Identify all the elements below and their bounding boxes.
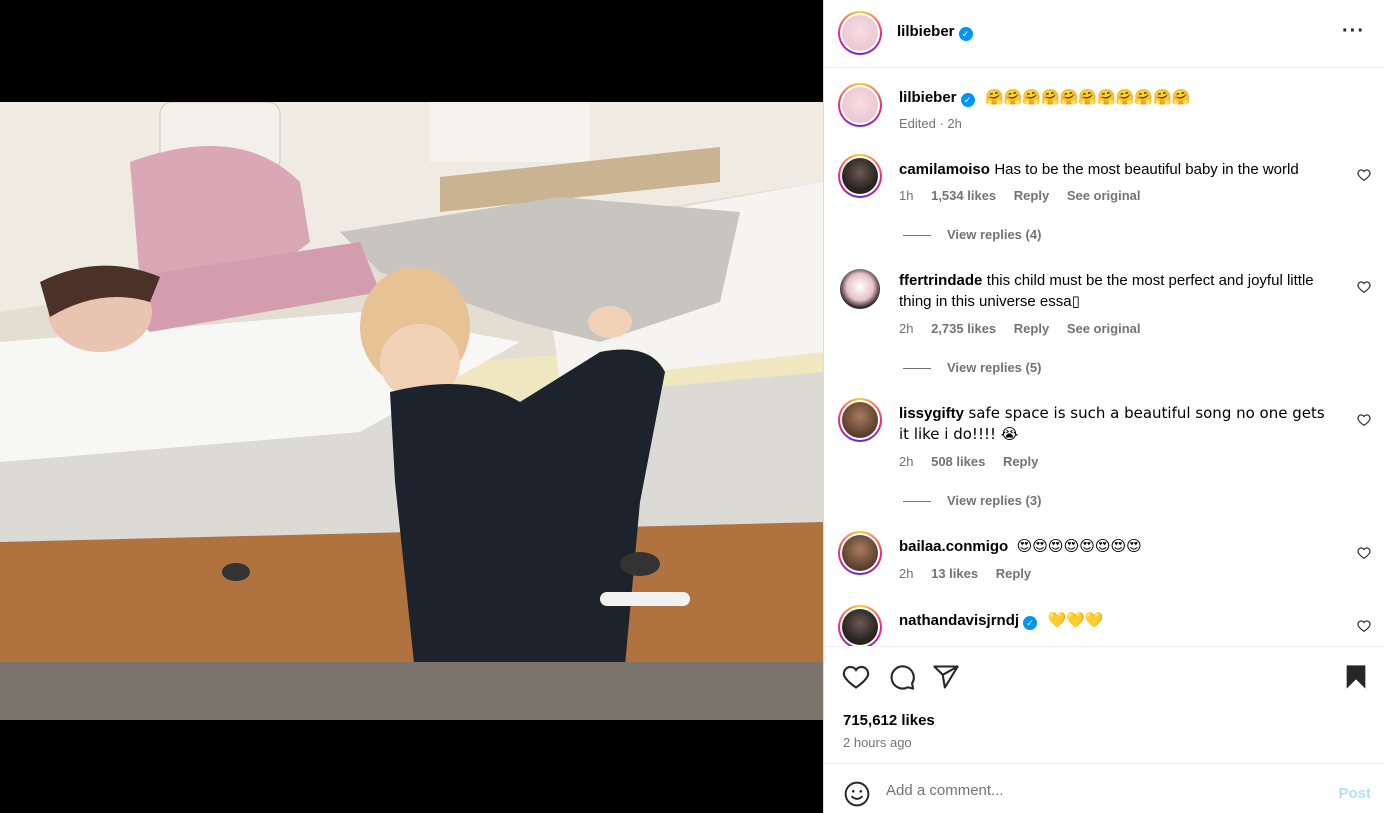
comment-meta: 2h 2,735 likes Reply See original — [899, 321, 1155, 336]
caption-username[interactable]: lilbieber — [899, 89, 957, 106]
heart-icon[interactable] — [1357, 546, 1371, 560]
comments-list[interactable]: lilbieber ✓ 🤗🤗🤗🤗🤗🤗🤗🤗🤗🤗🤗 Edited · 2h camil… — [824, 69, 1384, 646]
post-photo[interactable] — [0, 102, 823, 720]
post-header: lilbieber ✓ ··· — [824, 0, 1384, 68]
heart-icon[interactable] — [1357, 619, 1371, 633]
post-actions: 715,612 likes 2 hours ago — [824, 646, 1384, 763]
comment-avatar[interactable] — [838, 398, 882, 442]
post-media-area — [0, 0, 823, 813]
verified-badge-icon: ✓ — [958, 27, 973, 41]
verified-badge-icon: ✓ — [1023, 616, 1038, 630]
view-replies-button[interactable]: View replies (5) — [903, 360, 1041, 375]
comment-time: 2h — [899, 454, 914, 469]
comment-time: 1h — [899, 188, 914, 203]
comment-username[interactable]: camilamoiso — [899, 161, 990, 178]
comment-time: 2h — [899, 566, 914, 581]
send-icon[interactable] — [932, 663, 960, 691]
heart-icon[interactable] — [1357, 168, 1371, 182]
photo-illustration — [0, 102, 823, 720]
comment-text: 💛💛💛 — [1047, 611, 1104, 629]
comment: bailaa.conmigo 😍😍😍😍😍😍😍😍 — [899, 536, 1339, 557]
post-button[interactable]: Post — [1338, 785, 1371, 802]
heart-icon[interactable] — [1357, 280, 1371, 294]
emoji-icon[interactable] — [844, 781, 870, 807]
comment-likes[interactable]: 1,534 likes — [931, 188, 996, 203]
post-time: 2 hours ago — [843, 735, 912, 750]
add-comment-bar: Post — [824, 763, 1384, 813]
view-replies-button[interactable]: View replies (4) — [903, 227, 1041, 242]
see-original-button[interactable]: See original — [1067, 321, 1141, 336]
comment: ffertrindade this child must be the most… — [899, 272, 1314, 310]
comment-avatar[interactable] — [838, 605, 882, 646]
comment: nathandavisjrndj ✓ 💛💛💛 — [899, 610, 1339, 631]
comment-username[interactable]: nathandavisjrndj — [899, 612, 1019, 629]
reply-button[interactable]: Reply — [1014, 188, 1049, 203]
comment-likes[interactable]: 13 likes — [931, 566, 978, 581]
comment-time: 2h — [899, 321, 914, 336]
comment-input[interactable] — [886, 776, 1306, 804]
view-replies-button[interactable]: View replies (3) — [903, 493, 1041, 508]
caption-avatar[interactable] — [838, 83, 882, 127]
comment-username[interactable]: bailaa.conmigo — [899, 538, 1008, 555]
comment: lissygifty safe space is such a beautifu… — [899, 403, 1339, 445]
see-original-button[interactable]: See original — [1067, 188, 1141, 203]
comment-likes[interactable]: 2,735 likes — [931, 321, 996, 336]
like-count[interactable]: 715,612 likes — [843, 712, 935, 729]
comment-likes[interactable]: 508 likes — [931, 454, 985, 469]
reply-button[interactable]: Reply — [996, 566, 1031, 581]
comment: camilamoiso Has to be the most beautiful… — [899, 159, 1339, 180]
reply-button[interactable]: Reply — [1003, 454, 1038, 469]
comment-avatar[interactable] — [838, 531, 882, 575]
verified-badge-icon: ✓ — [960, 93, 975, 107]
bookmark-icon[interactable] — [1342, 663, 1370, 691]
heart-icon[interactable] — [1357, 413, 1371, 427]
more-options-icon[interactable]: ··· — [1342, 20, 1365, 43]
comment-text: Has to be the most beautiful baby in the… — [994, 161, 1299, 178]
caption-text: 🤗🤗🤗🤗🤗🤗🤗🤗🤗🤗🤗 — [984, 88, 1191, 106]
comment-text: 😍😍😍😍😍😍😍😍 — [1016, 537, 1142, 555]
comment-icon[interactable] — [888, 663, 916, 691]
heart-icon[interactable] — [842, 663, 870, 691]
comment-meta: 2h 508 likes Reply — [899, 454, 1052, 469]
caption: lilbieber ✓ 🤗🤗🤗🤗🤗🤗🤗🤗🤗🤗🤗 — [899, 87, 1339, 108]
comment-meta: 1h 1,534 likes Reply See original — [899, 188, 1155, 203]
comment-avatar[interactable] — [838, 154, 882, 198]
author-avatar[interactable] — [838, 11, 882, 55]
author-username[interactable]: lilbieber ✓ — [897, 23, 973, 41]
comment-username[interactable]: ffertrindade — [899, 272, 982, 289]
comment-meta: 2h 13 likes Reply — [899, 566, 1045, 581]
comment-username[interactable]: lissygifty — [899, 405, 964, 422]
comment-avatar[interactable] — [840, 269, 880, 309]
post-detail-panel: lilbieber ✓ ··· lilbieber ✓ 🤗🤗🤗🤗🤗🤗🤗🤗🤗🤗🤗 Ed… — [823, 0, 1384, 813]
caption-meta: Edited · 2h — [899, 116, 962, 131]
reply-button[interactable]: Reply — [1014, 321, 1049, 336]
